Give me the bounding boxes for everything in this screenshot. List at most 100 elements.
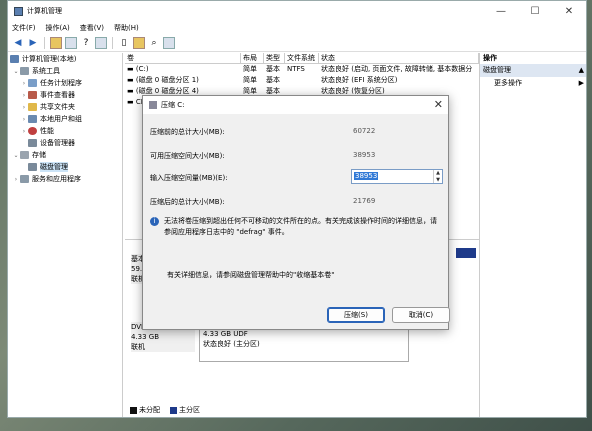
forward-arrow-icon[interactable]: ▶ — [27, 37, 39, 49]
menu-bar: 文件(F) 操作(A) 查看(V) 帮助(H) — [8, 21, 586, 34]
total-after-value: 21769 — [353, 197, 376, 205]
total-before-row: 压缩前的总计大小(MB): 60722 — [150, 127, 440, 137]
volume-list-header: 卷 布局 类型 文件系统 状态 — [125, 53, 479, 64]
close-button[interactable]: ✕ — [552, 1, 586, 21]
dialog-close-button[interactable]: ✕ — [434, 98, 443, 111]
disk-icon — [28, 163, 37, 171]
dvd-size: 4.33 GB — [131, 333, 160, 341]
chevron-right-icon[interactable]: › — [20, 104, 28, 111]
menu-view[interactable]: 查看(V) — [80, 23, 104, 33]
event-log-icon — [28, 91, 37, 99]
info-text: 无法将卷压缩到超出任何不可移动的文件所在的点。有关完成该操作时间的详细信息，请参… — [164, 217, 437, 236]
tree-performance[interactable]: › 性能 — [8, 125, 122, 137]
tree-disk-management[interactable]: 磁盘管理 — [8, 161, 122, 173]
menu-file[interactable]: 文件(F) — [12, 23, 36, 33]
chevron-right-icon[interactable]: › — [20, 116, 28, 123]
table-cell: (磁盘 0 磁盘分区 4) — [135, 87, 199, 95]
table-cell: 简单 — [243, 76, 257, 84]
properties-icon[interactable] — [95, 36, 107, 49]
help-icon[interactable]: ? — [80, 37, 92, 49]
shrink-amount-value: 38953 — [354, 172, 379, 180]
dialog-icon — [149, 101, 157, 109]
tree-device-manager[interactable]: 设备管理器 — [8, 137, 122, 149]
tree-shared-folders[interactable]: › 共享文件夹 — [8, 101, 122, 113]
action-more-label: 更多操作 — [494, 79, 522, 87]
chevron-down-icon[interactable]: ⌄ — [12, 152, 20, 159]
table-row[interactable]: ▬ (磁盘 0 磁盘分区 1) 简单 基本 状态良好 (EFI 系统分区) — [125, 75, 479, 86]
column-header-filesystem[interactable]: 文件系统 — [285, 53, 319, 63]
console-tree-icon[interactable] — [65, 36, 77, 49]
table-row[interactable]: ▬ (C:) 简单 基本 NTFS 状态良好 (启动, 页面文件, 故障转储, … — [125, 64, 479, 75]
tree-system-tools[interactable]: ⌄ 系统工具 — [8, 65, 122, 77]
dvd-partition-fs: 4.33 GB UDF — [203, 330, 248, 338]
column-header-type[interactable]: 类型 — [264, 53, 285, 63]
chevron-right-icon[interactable]: › — [20, 92, 28, 99]
table-cell: 状态良好 (EFI 系统分区) — [321, 76, 398, 84]
available-value: 38953 — [353, 151, 376, 159]
help-text: 有关详细信息，请参阅磁盘管理帮助中的"收缩基本卷" — [167, 271, 335, 279]
tree-local-users[interactable]: › 本地用户和组 — [8, 113, 122, 125]
shrink-dialog: 压缩 C: ✕ 压缩前的总计大小(MB): 60722 可用压缩空间大小(MB)… — [142, 95, 450, 330]
search-icon[interactable]: ⌕ — [148, 37, 160, 49]
chevron-down-icon[interactable]: ⌄ — [12, 68, 20, 75]
menu-help[interactable]: 帮助(H) — [114, 23, 139, 33]
legend: 未分配 主分区 — [130, 405, 200, 415]
total-after-row: 压缩后的总计大小(MB): 21769 — [150, 197, 440, 207]
column-header-volume[interactable]: 卷 — [125, 53, 241, 63]
services-icon — [20, 175, 29, 183]
view-icon[interactable] — [163, 36, 175, 49]
minimize-button[interactable]: — — [484, 1, 518, 21]
toolbar-separator — [112, 36, 113, 49]
cancel-button[interactable]: 取消(C) — [392, 307, 450, 323]
action-disk-management[interactable]: 磁盘管理 ▲ — [480, 64, 586, 77]
shrink-button[interactable]: 压缩(S) — [327, 307, 385, 323]
legend-primary: 主分区 — [179, 406, 200, 414]
up-folder-icon[interactable] — [50, 36, 62, 49]
back-arrow-icon[interactable]: ◀ — [12, 37, 24, 49]
available-label: 可用压缩空间大小(MB): — [150, 152, 225, 160]
primary-swatch — [170, 406, 177, 414]
total-after-label: 压缩后的总计大小(MB): — [150, 198, 225, 206]
partition-strip — [456, 248, 476, 258]
column-header-layout[interactable]: 布局 — [241, 53, 264, 63]
table-cell: 状态良好 (启动, 页面文件, 故障转储, 基本数据分 — [321, 65, 473, 73]
column-header-status[interactable]: 状态 — [319, 53, 479, 63]
window-title: 计算机管理 — [27, 7, 62, 15]
open-folder-icon[interactable] — [133, 36, 145, 49]
storage-icon — [20, 151, 29, 159]
legend-unallocated: 未分配 — [139, 406, 160, 414]
console-tree: 计算机管理(本地) ⌄ 系统工具 › 任务计划程序 › 事件查看器 › 共享文件夹 › 本… — [8, 53, 123, 417]
chevron-right-icon[interactable]: › — [12, 176, 20, 183]
menu-action[interactable]: 操作(A) — [46, 23, 70, 33]
tree-root[interactable]: 计算机管理(本地) — [8, 53, 122, 65]
document-icon[interactable]: ▯ — [118, 37, 130, 49]
tree-storage[interactable]: ⌄ 存储 — [8, 149, 122, 161]
shared-folder-icon — [28, 103, 37, 111]
available-row: 可用压缩空间大小(MB): 38953 — [150, 151, 440, 161]
tools-icon — [20, 67, 29, 75]
volume-icon: ▬ — [127, 98, 136, 106]
dialog-title: 压缩 C: — [161, 101, 185, 109]
table-cell: (C:) — [135, 65, 149, 73]
table-cell: NTFS — [287, 65, 305, 73]
shrink-amount-stepper[interactable]: 38953 ▲ ▼ — [351, 169, 443, 184]
stepper-buttons: ▲ ▼ — [433, 170, 442, 183]
clock-icon — [28, 79, 37, 87]
table-cell: 基本 — [266, 65, 280, 73]
table-cell: 基本 — [266, 76, 280, 84]
shrink-amount-input[interactable]: 38953 — [352, 170, 433, 183]
dvd-status: 联机 — [131, 343, 145, 351]
computer-management-icon — [14, 6, 23, 16]
volume-icon: ▬ — [127, 76, 136, 84]
table-cell: 简单 — [243, 65, 257, 73]
decrement-button[interactable]: ▼ — [434, 177, 442, 184]
action-more[interactable]: 更多操作 ▶ — [480, 77, 586, 90]
chevron-right-icon[interactable]: › — [20, 128, 28, 135]
chevron-right-icon: ▶ — [578, 79, 584, 87]
tree-task-scheduler[interactable]: › 任务计划程序 — [8, 77, 122, 89]
chevron-right-icon[interactable]: › — [20, 80, 28, 87]
tree-event-viewer[interactable]: › 事件查看器 — [8, 89, 122, 101]
info-message: i 无法将卷压缩到超出任何不可移动的文件所在的点。有关完成该操作时间的详细信息，… — [150, 216, 440, 238]
tree-services[interactable]: › 服务和应用程序 — [8, 173, 122, 185]
maximize-button[interactable]: ☐ — [518, 1, 552, 21]
